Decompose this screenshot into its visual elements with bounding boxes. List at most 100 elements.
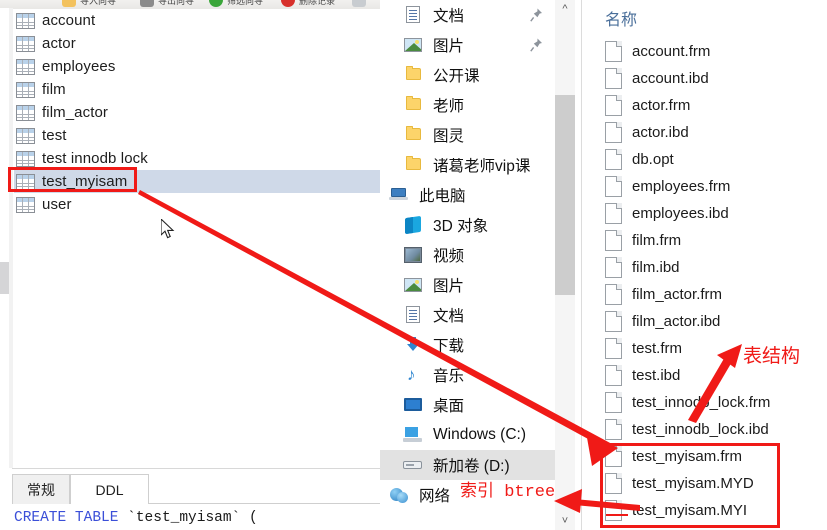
document-icon xyxy=(402,305,424,325)
nav-item-7[interactable]: 3D 对象 xyxy=(380,210,557,240)
tree-item-label: actor xyxy=(42,35,76,52)
toolbar[interactable]: 导入向导 导出向导 筛选向导 删除记录 xyxy=(0,0,380,9)
file-icon xyxy=(605,203,622,224)
explorer-nav-scrollbar-thumb[interactable] xyxy=(555,95,575,295)
chevron-down-icon[interactable]: ˅ xyxy=(555,512,575,530)
nav-item-14[interactable]: Windows (C:) xyxy=(380,420,557,450)
file-list-item[interactable]: employees.ibd xyxy=(605,200,827,227)
pin-icon[interactable] xyxy=(530,8,543,22)
tree-item-label: film_actor xyxy=(42,104,109,121)
tree-item-film[interactable]: film xyxy=(14,78,380,101)
file-list-item[interactable]: film_actor.frm xyxy=(605,281,827,308)
file-list-item[interactable]: film.ibd xyxy=(605,254,827,281)
file-name-label: actor.ibd xyxy=(632,124,689,141)
import-wizard-icon[interactable] xyxy=(62,0,76,7)
tree-item-test-myisam[interactable]: test_myisam xyxy=(14,170,380,193)
windows-drive-icon xyxy=(402,425,424,445)
nav-item-15[interactable]: 新加卷 (D:) xyxy=(380,450,557,480)
tree-item-film-actor[interactable]: film_actor xyxy=(14,101,380,124)
file-list-item[interactable]: test_innodb_lock.ibd xyxy=(605,416,827,443)
file-icon xyxy=(605,311,622,332)
picture-icon xyxy=(402,275,424,295)
table-icon xyxy=(16,81,35,98)
tree-item-account[interactable]: account xyxy=(14,9,380,32)
file-list-item[interactable]: test_innodb_lock.frm xyxy=(605,389,827,416)
document-icon xyxy=(402,5,424,25)
column-header-name[interactable]: 名称 xyxy=(605,6,637,30)
table-icon xyxy=(16,35,35,52)
nav-item-label: 诸葛老师vip课 xyxy=(433,158,531,175)
tab-ddl[interactable]: DDL xyxy=(70,474,149,504)
file-list-item[interactable]: account.ibd xyxy=(605,65,827,92)
file-name-label: test_myisam.MYD xyxy=(632,475,754,492)
nav-item-12[interactable]: ♪ 音乐 xyxy=(380,360,557,390)
nav-item-4[interactable]: 图灵 xyxy=(380,120,557,150)
file-list: account.frm account.ibd actor.frm actor.ibd… xyxy=(605,38,827,524)
nav-item-label: 公开课 xyxy=(433,68,480,85)
nav-item-label: 老师 xyxy=(433,98,465,115)
table-icon xyxy=(16,127,35,144)
file-list-item[interactable]: account.frm xyxy=(605,38,827,65)
add-record-icon[interactable] xyxy=(209,0,223,7)
file-list-item[interactable]: test.frm xyxy=(605,335,827,362)
toolbar-label-0: 导入向导 xyxy=(80,0,117,6)
nav-item-label: 3D 对象 xyxy=(433,218,489,235)
file-list-item[interactable]: test.ibd xyxy=(605,362,827,389)
nav-item-label: 图片 xyxy=(433,278,465,295)
file-name-label: actor.frm xyxy=(632,97,691,114)
export-wizard-icon[interactable] xyxy=(140,0,154,7)
folder-icon xyxy=(402,155,424,175)
explorer-nav-list: 文档 图片 公开课 老师 图灵 诸葛老师vip课 此电脑 3D 对象 视频 图片 文档 下载 ♪ 音乐 桌面… xyxy=(380,0,557,510)
nav-item-9[interactable]: 图片 xyxy=(380,270,557,300)
nav-item-label: 此电脑 xyxy=(419,188,466,205)
nav-item-0[interactable]: 文档 xyxy=(380,0,557,30)
tree-item-test-innodb-lock[interactable]: test innodb lock xyxy=(14,147,380,170)
nav-item-13[interactable]: 桌面 xyxy=(380,390,557,420)
ddl-sql-text: CREATE TABLE `test_myisam` ( xyxy=(14,510,258,526)
file-name-label: account.ibd xyxy=(632,70,709,87)
file-name-label: test_innodb_lock.frm xyxy=(632,394,771,411)
file-icon xyxy=(605,419,622,440)
tree-item-test[interactable]: test xyxy=(14,124,380,147)
nav-item-8[interactable]: 视频 xyxy=(380,240,557,270)
tree-item-user[interactable]: user xyxy=(14,193,380,216)
chevron-up-icon[interactable]: ^ xyxy=(555,0,575,18)
file-name-label: film.ibd xyxy=(632,259,680,276)
folder-icon xyxy=(402,95,424,115)
nav-item-6[interactable]: 此电脑 xyxy=(380,180,557,210)
file-name-label: film_actor.frm xyxy=(632,286,723,303)
toolbar-label-3: 删除记录 xyxy=(299,0,336,6)
nav-item-5[interactable]: 诸葛老师vip课 xyxy=(380,150,557,180)
file-list-item[interactable]: test_myisam.MYI xyxy=(605,497,827,524)
left-scrollbar-thumb[interactable] xyxy=(0,262,9,294)
file-list-item[interactable]: test_myisam.MYD xyxy=(605,470,827,497)
nav-item-10[interactable]: 文档 xyxy=(380,300,557,330)
tree-item-actor[interactable]: actor xyxy=(14,32,380,55)
file-list-item[interactable]: db.opt xyxy=(605,146,827,173)
tree-item-label: user xyxy=(42,196,72,213)
grid-view-icon[interactable] xyxy=(352,0,366,7)
file-list-item[interactable]: actor.ibd xyxy=(605,119,827,146)
nav-item-label: Windows (C:) xyxy=(433,426,527,443)
file-list-item[interactable]: film.frm xyxy=(605,227,827,254)
nav-item-label: 网络 xyxy=(419,488,451,505)
tree-item-label: test_myisam xyxy=(42,173,128,190)
database-tree-panel: 导入向导 导出向导 筛选向导 删除记录 account actor employee… xyxy=(0,0,380,530)
left-scrollbar-track[interactable] xyxy=(0,8,9,474)
tab-general[interactable]: 常规 xyxy=(12,474,70,504)
file-list-item[interactable]: employees.frm xyxy=(605,173,827,200)
pin-icon[interactable] xyxy=(530,38,543,52)
file-list-item[interactable]: film_actor.ibd xyxy=(605,308,827,335)
nav-item-2[interactable]: 公开课 xyxy=(380,60,557,90)
delete-record-icon[interactable] xyxy=(281,0,295,7)
nav-item-11[interactable]: 下载 xyxy=(380,330,557,360)
table-icon xyxy=(16,104,35,121)
tree-item-employees[interactable]: employees xyxy=(14,55,380,78)
file-icon xyxy=(605,95,622,116)
nav-item-16[interactable]: 网络 xyxy=(380,480,557,510)
nav-item-3[interactable]: 老师 xyxy=(380,90,557,120)
nav-item-1[interactable]: 图片 xyxy=(380,30,557,60)
file-list-item[interactable]: test_myisam.frm xyxy=(605,443,827,470)
folder-icon xyxy=(402,65,424,85)
file-list-item[interactable]: actor.frm xyxy=(605,92,827,119)
